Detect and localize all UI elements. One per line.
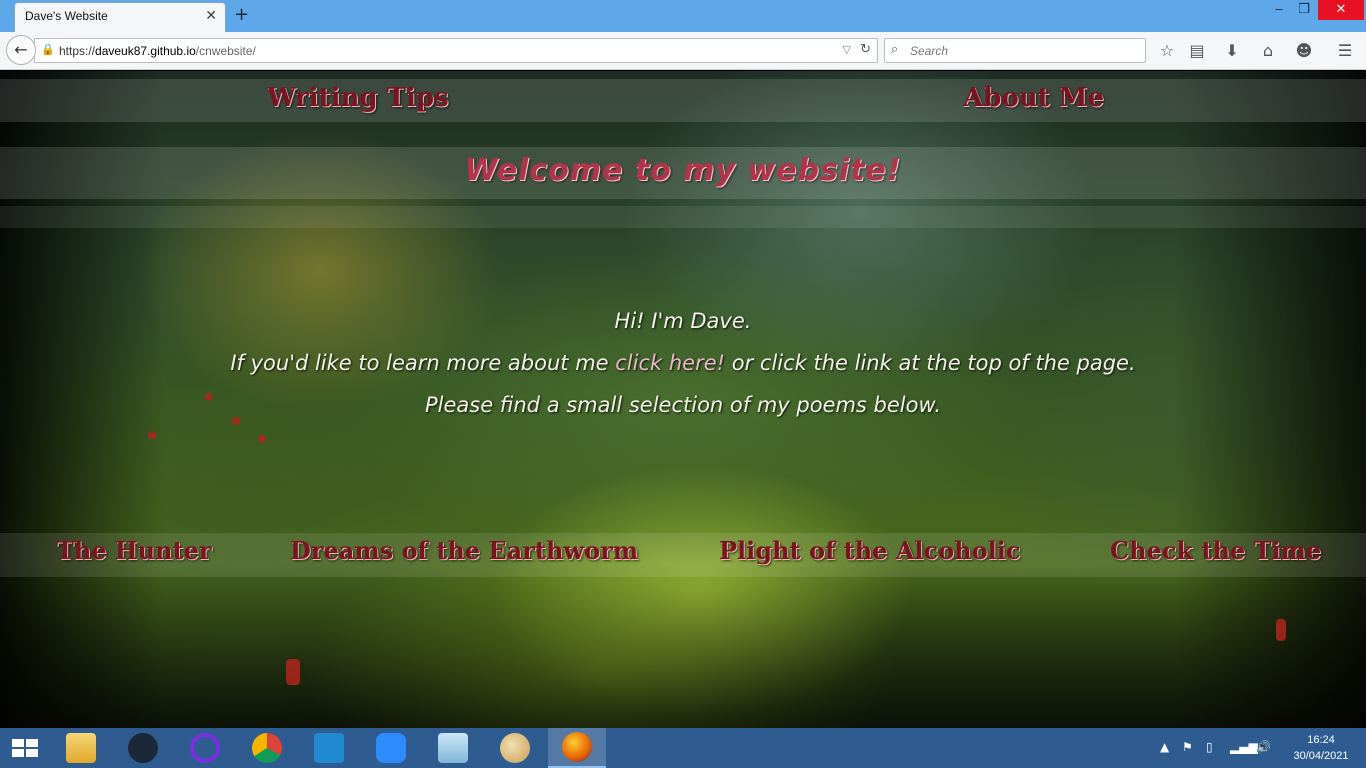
start-button[interactable]	[0, 728, 50, 768]
window-maximize-button[interactable]: ❐	[1293, 0, 1315, 20]
intro-line-2-start: If you'd like to learn more about me	[230, 351, 616, 375]
nav-band	[0, 79, 1366, 122]
intro-line-2-end: or click the link at the top of the page…	[725, 351, 1136, 375]
poem-link-the-hunter[interactable]: The Hunter	[56, 536, 212, 565]
flower-decoration	[1276, 619, 1286, 641]
download-icon[interactable]: ⬇	[1220, 40, 1244, 62]
zoom-taskbar-button[interactable]	[362, 728, 420, 768]
new-tab-button[interactable]: +	[234, 4, 249, 25]
cortana-taskbar-button[interactable]	[176, 728, 234, 768]
nav-writing-tips[interactable]: Writing Tips	[267, 83, 449, 113]
notepad-taskbar-button[interactable]	[424, 728, 482, 768]
home-icon[interactable]: ⌂	[1256, 40, 1280, 62]
steam-taskbar-button[interactable]	[114, 728, 172, 768]
notepad-icon	[438, 733, 468, 763]
nav-about-me[interactable]: About Me	[963, 83, 1104, 113]
vscode-icon	[314, 733, 344, 763]
menu-icon[interactable]: ☰	[1333, 40, 1357, 62]
welcome-heading: Welcome to my website!	[464, 153, 902, 188]
flower-decoration	[232, 417, 240, 425]
browser-tab[interactable]: Dave's Website ✕	[14, 2, 226, 32]
browser-toolbar: 🔒 https://daveuk87.github.io/cnwebsite/ …	[0, 32, 1366, 70]
folder-icon	[66, 733, 96, 763]
poem-link-plight-of-the-alcoholic[interactable]: Plight of the Alcoholic	[719, 536, 1020, 565]
network-icon[interactable]: ▂▄▆	[1230, 740, 1258, 754]
tray-expand-icon[interactable]: ▲	[1160, 740, 1169, 754]
file-explorer-taskbar-button[interactable]	[52, 728, 110, 768]
reading-list-icon[interactable]: ▤	[1185, 40, 1209, 62]
zoom-icon	[376, 733, 406, 763]
url-dropdown-icon[interactable]: ▽	[843, 43, 851, 56]
firefox-icon	[562, 732, 592, 762]
clock-date: 30/04/2021	[1293, 750, 1349, 762]
flower-decoration	[148, 431, 156, 439]
window-minimize-button[interactable]: ‒	[1268, 0, 1290, 20]
tab-title: Dave's Website	[25, 9, 108, 23]
url-scheme: https://	[59, 44, 96, 58]
firefox-taskbar-button[interactable]	[548, 728, 606, 768]
about-click-here-link[interactable]: click here!	[615, 351, 725, 375]
volume-icon[interactable]: 🔊	[1256, 740, 1271, 754]
flower-decoration	[286, 659, 300, 685]
vscode-taskbar-button[interactable]	[300, 728, 358, 768]
intro-line-1: Hi! I'm Dave.	[614, 309, 752, 333]
bookmark-star-icon[interactable]: ☆	[1155, 40, 1179, 62]
back-button[interactable]: ←	[6, 35, 36, 65]
url-path: /cnwebsite/	[195, 44, 256, 58]
reload-icon[interactable]: ↻	[860, 42, 871, 57]
battery-icon[interactable]: ▯	[1206, 740, 1213, 754]
clock-time: 16:24	[1307, 734, 1335, 746]
windows-logo-icon	[12, 739, 38, 757]
search-placeholder: Search	[910, 44, 949, 58]
window-close-button[interactable]: ✕	[1318, 0, 1364, 20]
tab-close-icon[interactable]: ✕	[205, 8, 217, 24]
steam-icon	[128, 733, 158, 763]
paint-icon	[500, 733, 530, 763]
back-arrow-icon: ←	[14, 40, 28, 59]
poem-link-dreams-of-the-earthworm[interactable]: Dreams of the Earthworm	[290, 536, 638, 565]
smiley-icon[interactable]: ☻	[1292, 40, 1316, 62]
poem-link-check-the-time[interactable]: Check the Time	[1110, 536, 1321, 565]
search-bar[interactable]: ⌕ Search	[884, 38, 1146, 63]
lock-icon: 🔒	[41, 43, 55, 56]
chrome-taskbar-button[interactable]	[238, 728, 296, 768]
intro-line-2: If you'd like to learn more about me cli…	[0, 351, 1366, 375]
intro-line-3: Please find a small selection of my poem…	[424, 393, 941, 417]
browser-titlebar: Dave's Website ✕ + ‒ ❐ ✕	[0, 0, 1366, 32]
chrome-icon	[252, 733, 282, 763]
paint-taskbar-button[interactable]	[486, 728, 544, 768]
page-content: Writing Tips About Me Welcome to my webs…	[0, 71, 1366, 728]
search-icon: ⌕	[891, 42, 899, 57]
action-flag-icon[interactable]: ⚑	[1182, 740, 1193, 754]
system-clock[interactable]: 16:24 30/04/2021	[1288, 732, 1354, 764]
flower-decoration	[258, 435, 266, 443]
url-host: daveuk87.github.io	[95, 44, 196, 58]
url-text[interactable]: https://daveuk87.github.io/cnwebsite/	[59, 44, 256, 58]
address-bar[interactable]: 🔒 https://daveuk87.github.io/cnwebsite/ …	[34, 38, 878, 63]
taskbar: ▲ ⚑ ▯ ▂▄▆ 🔊 16:24 30/04/2021	[0, 728, 1366, 768]
welcome-band-lower	[0, 206, 1366, 228]
cortana-icon	[190, 733, 220, 763]
